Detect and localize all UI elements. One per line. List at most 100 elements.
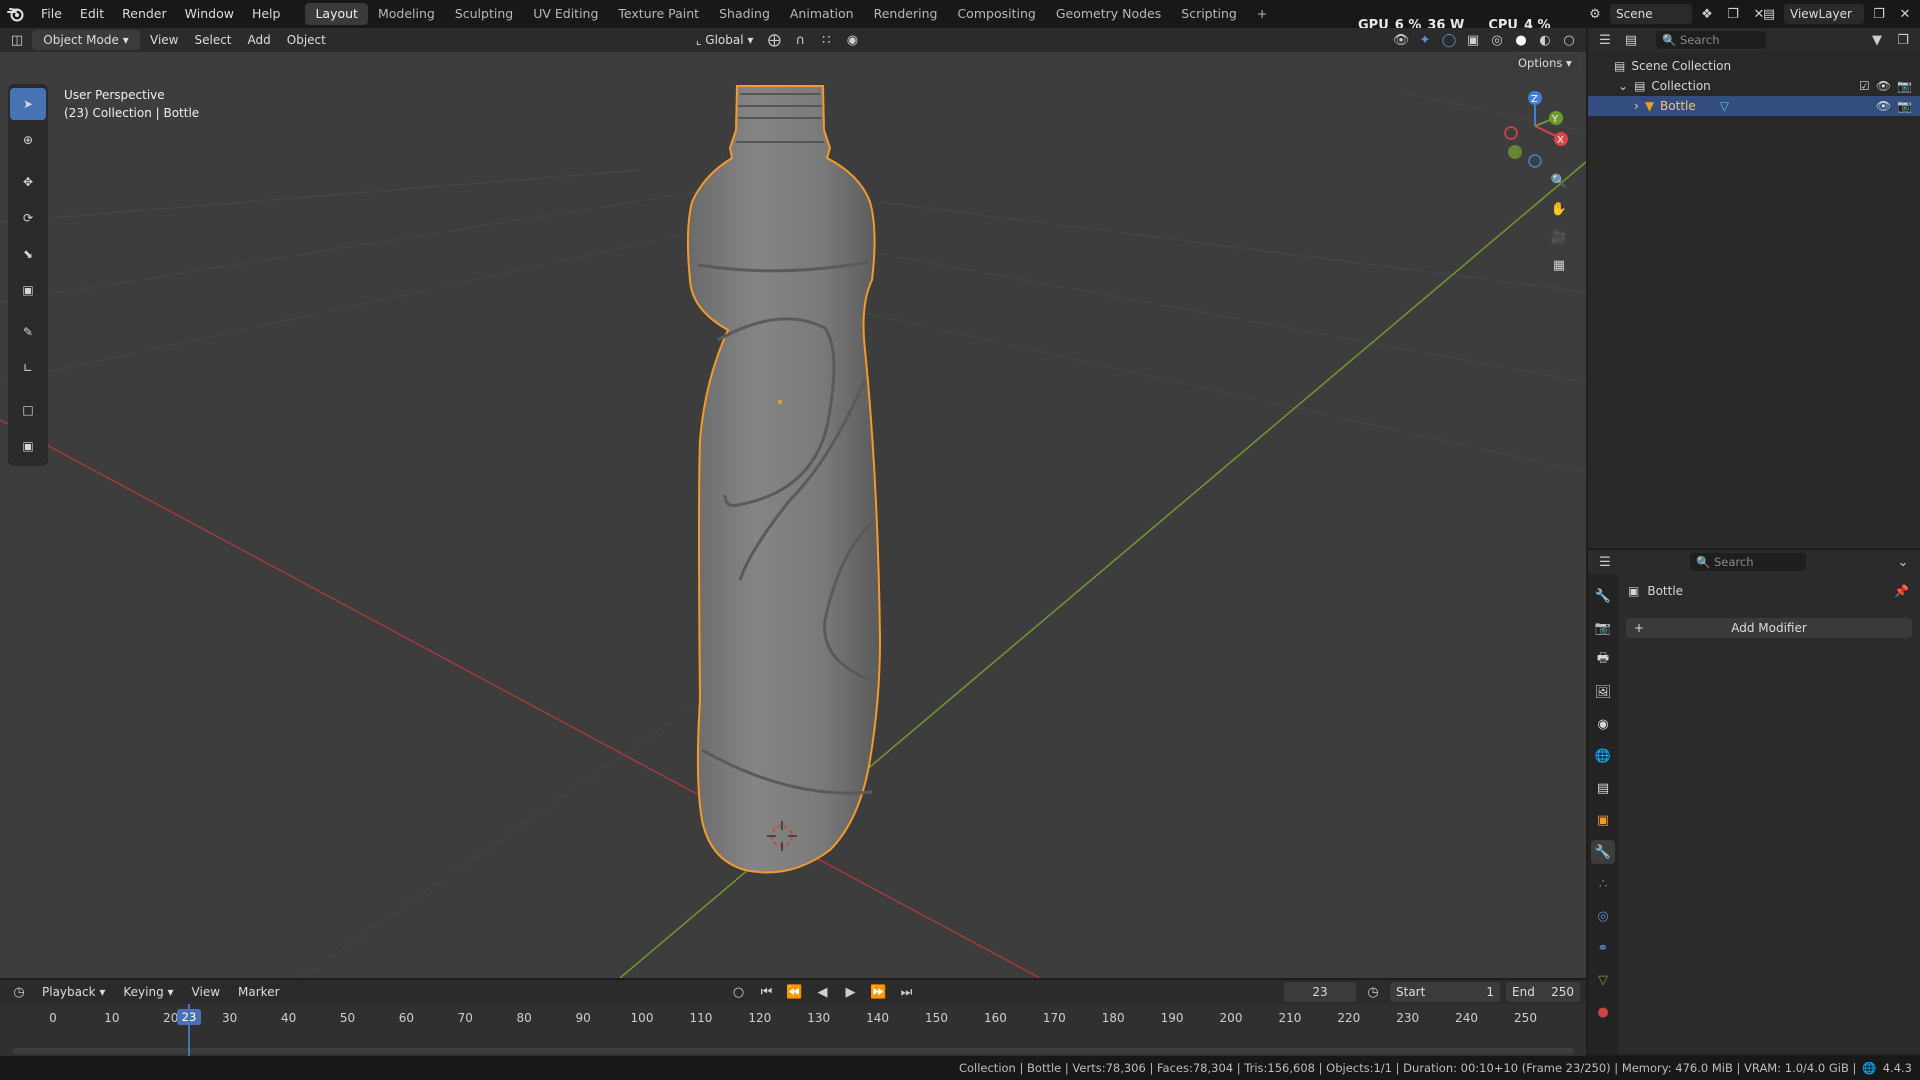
3d-viewport[interactable]: User Perspective (23) Collection | Bottl…	[0, 52, 1586, 978]
xray-icon[interactable]: ▣	[1462, 29, 1484, 51]
tab-geometry-nodes[interactable]: Geometry Nodes	[1046, 3, 1171, 25]
end-frame-field[interactable]: End 250	[1506, 982, 1580, 1002]
timeline-editor-type-icon[interactable]: ◷	[8, 981, 30, 1003]
play-reverse-icon[interactable]: ◀	[812, 981, 834, 1003]
menu-select[interactable]: Select	[188, 30, 237, 50]
menu-edit[interactable]: Edit	[71, 0, 113, 28]
menu-render[interactable]: Render	[113, 0, 176, 28]
timeline-area[interactable]: 0 10 20 30 40 50 60 70 80 90 100 110 120 130 140 150 160…	[0, 1004, 1586, 1056]
pin-icon[interactable]: 📌	[1894, 584, 1909, 598]
menu-object[interactable]: Object	[281, 30, 332, 50]
viewlayer-icon[interactable]: ▤	[1758, 3, 1780, 25]
outliner-row-scene-collection[interactable]: ▤ Scene Collection	[1588, 56, 1920, 76]
blender-icon[interactable]	[0, 3, 32, 25]
solid-shading-icon[interactable]: ●	[1510, 29, 1532, 51]
expand-chevron-icon[interactable]: ⌄	[1618, 79, 1628, 93]
tab-texture-paint[interactable]: Texture Paint	[608, 3, 709, 25]
render-camera-icon[interactable]: 📷	[1897, 79, 1912, 93]
auto-keying-icon[interactable]: ○	[728, 981, 750, 1003]
menu-window[interactable]: Window	[176, 0, 243, 28]
proportional-edit-icon[interactable]: ◉	[841, 29, 863, 51]
marker-menu[interactable]: Marker	[232, 982, 285, 1002]
rendered-shading-icon[interactable]: ○	[1558, 29, 1580, 51]
visibility-icon[interactable]: 👁	[1390, 29, 1412, 51]
delete-viewlayer-icon[interactable]: ✕	[1894, 3, 1916, 25]
timeline-view-menu[interactable]: View	[186, 982, 226, 1002]
data-tab-icon[interactable]: ▽	[1591, 968, 1615, 992]
tab-scripting[interactable]: Scripting	[1171, 3, 1247, 25]
start-frame-field[interactable]: Start 1	[1390, 982, 1500, 1002]
next-keyframe-icon[interactable]: ⏩	[868, 981, 890, 1003]
output-tab-icon[interactable]: 🖶	[1591, 648, 1615, 672]
modifier-tab-icon[interactable]: 🔧	[1591, 840, 1615, 864]
overlay-toggle-icon[interactable]: ◯	[1438, 29, 1460, 51]
outliner-editor-type-icon[interactable]: ☰	[1594, 29, 1616, 51]
view-layer-tab-icon[interactable]: 🖼	[1591, 680, 1615, 704]
cursor-tool[interactable]: ⊕	[10, 124, 46, 156]
wireframe-shading-icon[interactable]: ◎	[1486, 29, 1508, 51]
select-box-tool[interactable]: ➤	[10, 88, 46, 120]
mode-dropdown[interactable]: Object Mode ▾	[32, 30, 140, 50]
playhead-frame-badge[interactable]: 23	[177, 1009, 201, 1025]
outliner-row-collection[interactable]: ⌄ ▤ Collection ☑ 👁 📷	[1588, 76, 1920, 96]
menu-help[interactable]: Help	[243, 0, 290, 28]
tab-sculpting[interactable]: Sculpting	[445, 3, 523, 25]
keying-menu[interactable]: Keying ▾	[117, 982, 179, 1002]
panel-options-chevron-icon[interactable]: ⌄	[1892, 551, 1914, 573]
pin-icon[interactable]: ❖	[1696, 3, 1718, 25]
collection-tab-icon[interactable]: ▤	[1591, 776, 1615, 800]
timeline-scrollbar[interactable]	[12, 1048, 1574, 1054]
world-tab-icon[interactable]: 🌐	[1591, 744, 1615, 768]
exclude-checkbox-icon[interactable]: ☑	[1859, 79, 1870, 93]
pan-hand-icon[interactable]: ✋	[1548, 198, 1570, 220]
visibility-eye-icon[interactable]: 👁	[1876, 79, 1891, 93]
options-dropdown[interactable]: Options ▾	[1512, 54, 1578, 72]
preview-range-clock-icon[interactable]: ◷	[1362, 981, 1384, 1003]
jump-end-icon[interactable]: ⏭	[896, 981, 918, 1003]
add-cube-interactive-tool[interactable]: ▣	[10, 430, 46, 462]
properties-search-input[interactable]: 🔍 Search	[1690, 553, 1806, 571]
play-icon[interactable]: ▶	[840, 981, 862, 1003]
viewlayer-name-field[interactable]: ViewLayer	[1784, 4, 1864, 24]
rotate-tool[interactable]: ⟳	[10, 202, 46, 234]
current-frame-field[interactable]: 23	[1284, 982, 1356, 1002]
jump-start-icon[interactable]: ⏮	[756, 981, 778, 1003]
scene-icon[interactable]: ⚙	[1584, 3, 1606, 25]
expand-chevron-icon[interactable]: ›	[1634, 99, 1639, 113]
tool-tab-icon[interactable]: 🔧	[1591, 584, 1615, 608]
material-tab-icon[interactable]: ●	[1591, 1000, 1615, 1024]
tab-layout[interactable]: Layout	[305, 3, 368, 25]
tab-shading[interactable]: Shading	[709, 3, 780, 25]
zoom-icon[interactable]: 🔍	[1548, 170, 1570, 192]
object-tab-icon[interactable]: ▣	[1591, 808, 1615, 832]
add-workspace-button[interactable]: +	[1247, 3, 1277, 25]
transform-tool[interactable]: ▣	[10, 274, 46, 306]
physics-tab-icon[interactable]: ◎	[1591, 904, 1615, 928]
tab-modeling[interactable]: Modeling	[368, 3, 445, 25]
new-scene-icon[interactable]: ❐	[1722, 3, 1744, 25]
menu-add[interactable]: Add	[242, 30, 277, 50]
tab-rendering[interactable]: Rendering	[864, 3, 948, 25]
particles-tab-icon[interactable]: ∴	[1591, 872, 1615, 896]
constraints-tab-icon[interactable]: ⚭	[1591, 936, 1615, 960]
tab-compositing[interactable]: Compositing	[947, 3, 1045, 25]
bottle-mesh[interactable]	[630, 80, 930, 940]
outliner-search-input[interactable]: 🔍 Search	[1656, 31, 1766, 49]
perspective-toggle-icon[interactable]: ▦	[1548, 254, 1570, 276]
tab-uv-editing[interactable]: UV Editing	[523, 3, 608, 25]
material-shading-icon[interactable]: ◐	[1534, 29, 1556, 51]
add-cube-tool[interactable]: □	[10, 394, 46, 426]
menu-file[interactable]: File	[32, 0, 71, 28]
visibility-eye-icon[interactable]: 👁	[1876, 99, 1891, 113]
properties-editor-type-icon[interactable]: ☰	[1594, 551, 1616, 573]
playback-menu[interactable]: Playback ▾	[36, 982, 111, 1002]
move-tool[interactable]: ✥	[10, 166, 46, 198]
pivot-icon[interactable]: ⨁	[763, 29, 785, 51]
render-camera-icon[interactable]: 📷	[1897, 99, 1912, 113]
annotate-tool[interactable]: ✎	[10, 316, 46, 348]
menu-view[interactable]: View	[144, 30, 184, 50]
camera-view-icon[interactable]: 🎥	[1548, 226, 1570, 248]
mesh-data-icon[interactable]: ▽	[1720, 99, 1729, 113]
navigation-gizmo[interactable]: Z Y X	[1500, 88, 1570, 168]
display-mode-icon[interactable]: ▤	[1620, 29, 1642, 51]
